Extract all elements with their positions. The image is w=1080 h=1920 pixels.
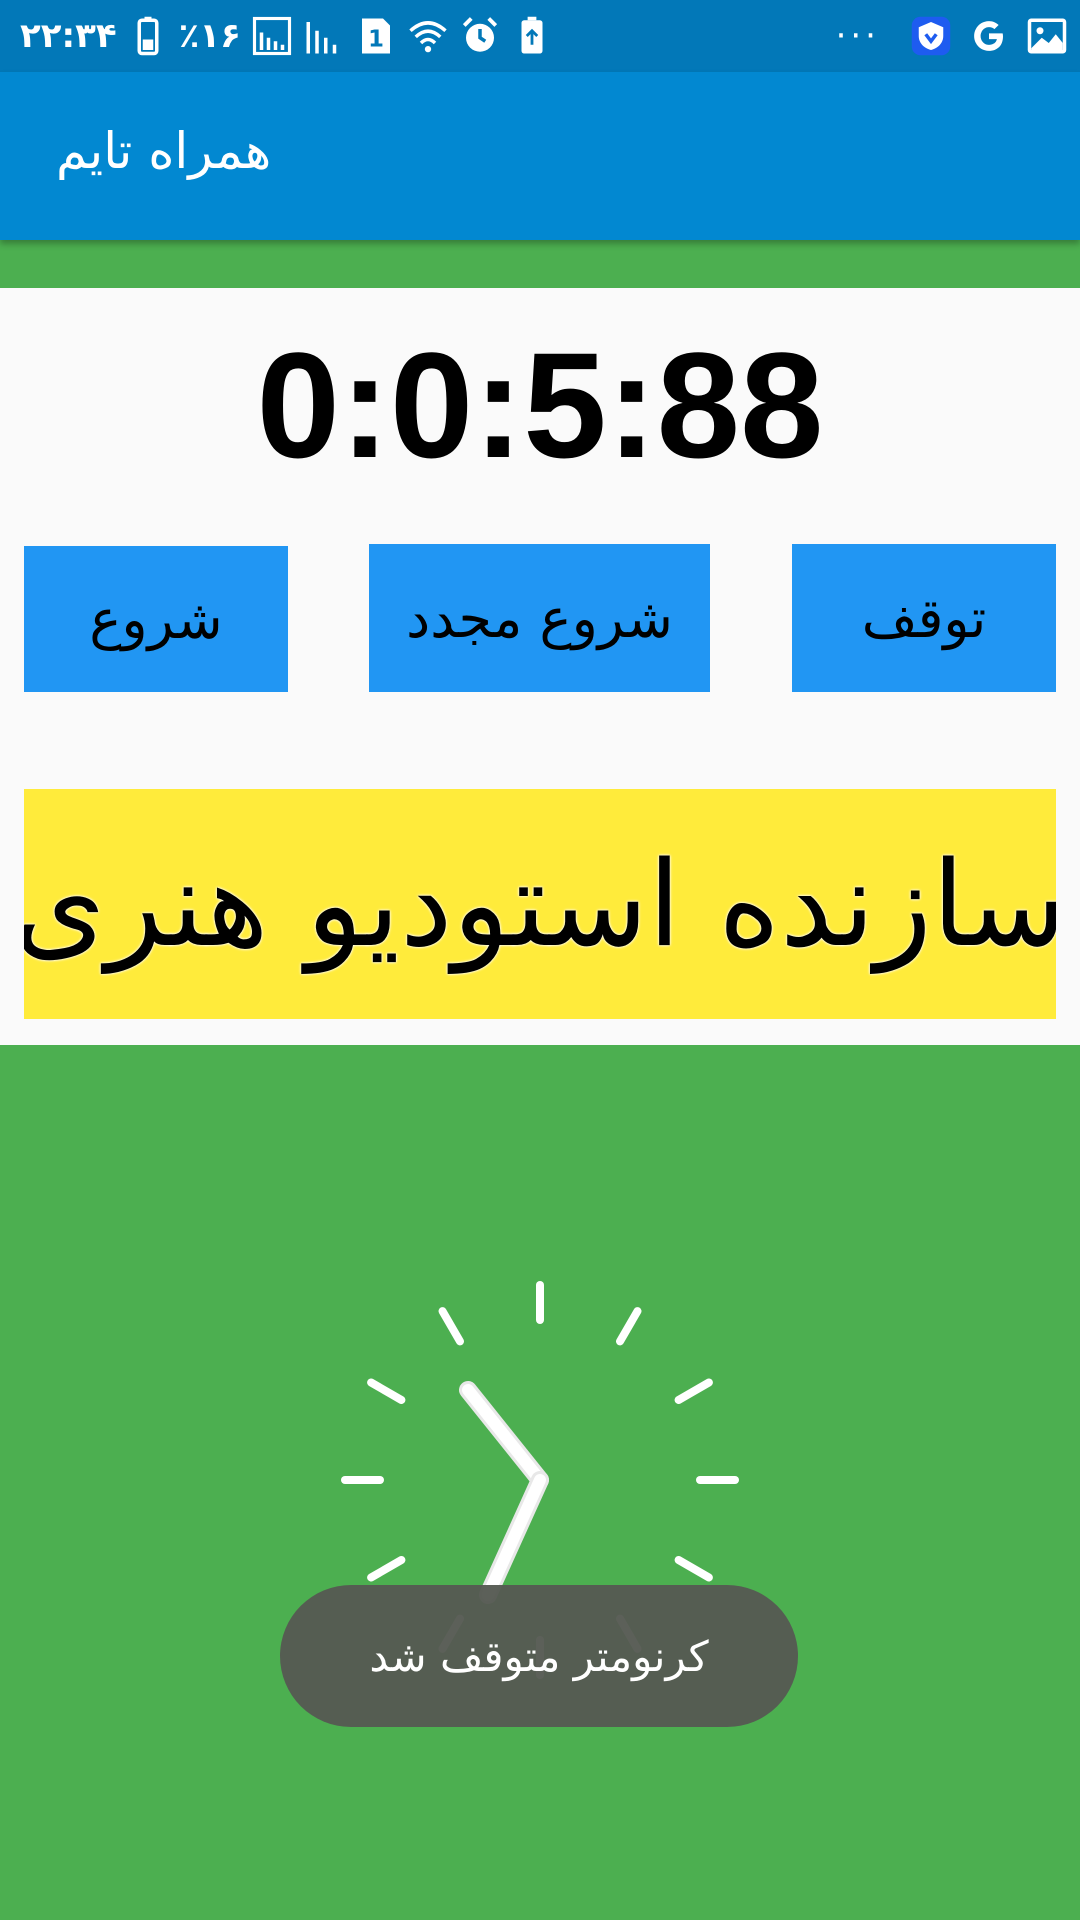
wifi-icon xyxy=(407,15,449,57)
signal-icon xyxy=(251,15,293,57)
app-bar: همراه تایم xyxy=(0,72,1080,240)
start-button[interactable]: شروع xyxy=(24,546,288,692)
battery-saver-icon xyxy=(511,15,553,57)
sim-icon: 1 xyxy=(355,15,397,57)
image-icon xyxy=(1026,15,1068,57)
clock-tick xyxy=(616,1307,642,1346)
toast-message: کرنومتر متوقف شد xyxy=(369,1631,709,1681)
clock-tick xyxy=(674,1378,713,1404)
status-bar: ۲۲:۳۴ ٪۱۶ 1 ··· xyxy=(0,0,1080,72)
stopwatch-display: 0:0:5:88 xyxy=(256,321,824,489)
more-icon: ··· xyxy=(835,16,880,56)
shield-app-icon xyxy=(910,15,952,57)
google-icon xyxy=(968,15,1010,57)
clock-hands xyxy=(459,1381,549,1604)
status-bar-left: ۲۲:۳۴ ٪۱۶ 1 xyxy=(20,12,553,60)
battery-icon xyxy=(127,15,169,57)
toast: کرنومتر متوقف شد xyxy=(280,1585,798,1727)
clock-tick xyxy=(367,1556,406,1582)
status-bar-right: ··· xyxy=(836,12,1068,60)
clock-tick xyxy=(674,1556,713,1582)
clock-tick xyxy=(367,1378,406,1404)
status-time: ۲۲:۳۴ xyxy=(20,16,117,56)
credits-banner: سازنده استودیو هنری xyxy=(24,789,1056,1019)
banner-text: سازنده استودیو هنری xyxy=(24,835,1056,973)
alarm-icon xyxy=(459,15,501,57)
stop-button[interactable]: توقف xyxy=(792,544,1056,692)
app-title: همراه تایم xyxy=(56,122,272,180)
clock-tick xyxy=(438,1307,464,1346)
sim-label: 1 xyxy=(368,27,384,53)
signal-icon-2 xyxy=(303,15,345,57)
restart-button[interactable]: شروع مجدد xyxy=(369,544,710,692)
battery-percent: ٪۱۶ xyxy=(178,16,241,56)
